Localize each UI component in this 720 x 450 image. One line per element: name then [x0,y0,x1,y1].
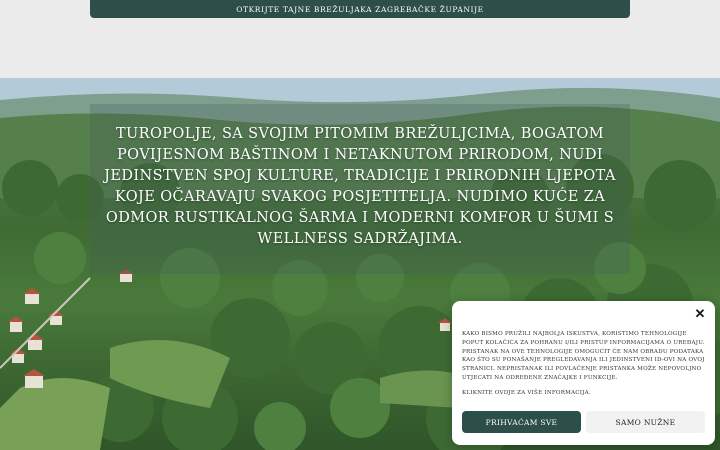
cookie-consent-dialog: ✕ KAKO BISMO PRUŽILI NAJBOLJA ISKUSTVA, … [452,301,715,445]
hero-description: TUROPOLJE, SA SVOJIM PITOMIM BREŽULJCIMA… [104,126,616,247]
close-icon[interactable]: ✕ [693,307,707,322]
cookie-consent-text: KAKO BISMO PRUŽILI NAJBOLJA ISKUSTVA, KO… [462,331,705,381]
accept-all-button[interactable]: PRIHVAĆAM SVE [462,411,581,433]
more-info-link[interactable]: KLIKNITE OVDJE ZA VIŠE INFORMACIJA. [462,390,591,396]
promo-banner-text: OTKRIJTE TAJNE BREŽULJAKA ZAGREBAČKE ŽUP… [236,4,484,14]
top-section: OTKRIJTE TAJNE BREŽULJAKA ZAGREBAČKE ŽUP… [0,0,720,78]
necessary-only-button[interactable]: SAMO NUŽNE [586,411,705,433]
promo-banner[interactable]: OTKRIJTE TAJNE BREŽULJAKA ZAGREBAČKE ŽUP… [90,0,630,18]
